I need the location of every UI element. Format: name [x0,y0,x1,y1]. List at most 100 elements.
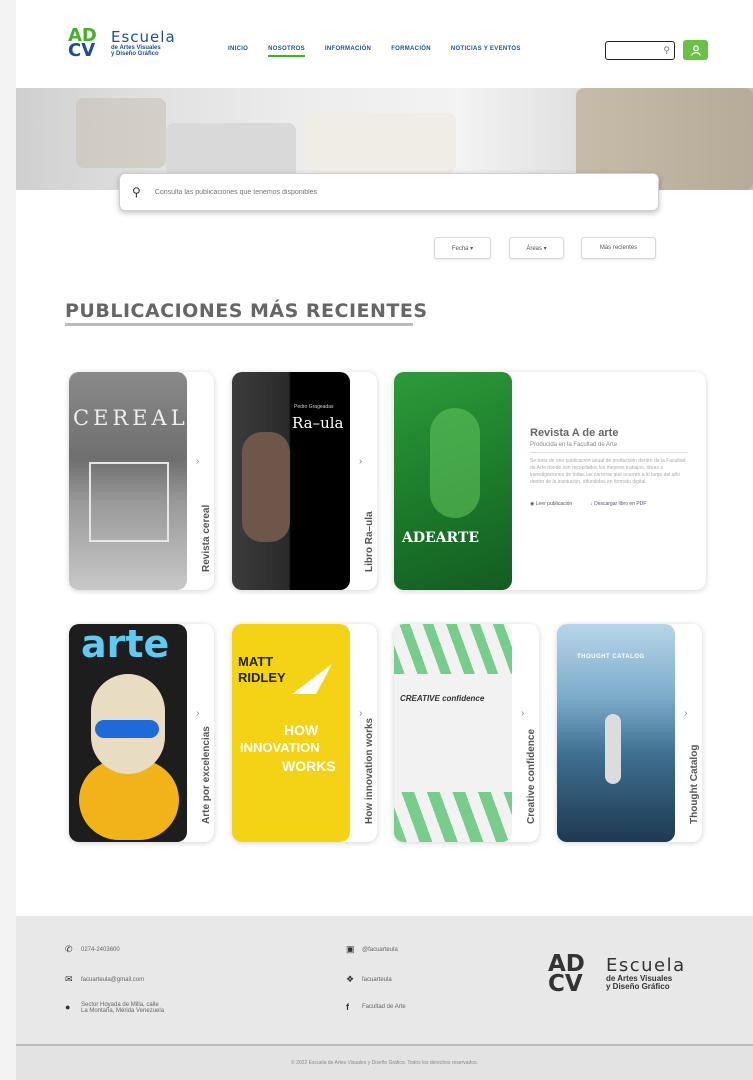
card-label: Arte por excelencias [201,726,212,824]
footer-email[interactable]: ✉ facuarteula@gmail.com [65,974,144,985]
footer-logo-mark-bottom: CV [548,971,583,997]
footer-logo[interactable]: AD CV Escuela de Artes Visuales y Diseño… [548,953,686,997]
publication-card-raula[interactable]: Pedro Grageadas Ra–ula › Libro Ra–ula [232,372,377,590]
publication-card-arte[interactable]: arte › Arte por excelencias [69,624,214,842]
instagram-icon: ▣ [346,944,355,954]
cover-brush-top [394,624,512,674]
publication-card-featured[interactable]: ADEARTE Revista A de arte Producida en l… [394,372,706,590]
publication-search-input[interactable] [154,188,595,196]
nav-formacion[interactable]: FORMACIÓN [391,46,431,57]
cover-glasses-shape [95,720,159,738]
read-publication-label: Leer publicación [535,501,573,507]
footer-logo-text: Escuela de Artes Visuales y Diseño Gráfi… [606,957,686,991]
filter-fecha[interactable]: Fecha ▾ [434,237,491,259]
featured-info: Revista A de arte Producida en la Facult… [512,372,706,590]
card-side: › How innovation works [351,624,377,842]
chevron-right-icon: › [359,456,363,467]
publication-card-thought[interactable]: THOUGHT CATALOG › Thought Catalog [557,624,702,842]
footer-address: ● Sector Hoyada de Milla, calle La Monta… [65,1002,164,1014]
facebook-icon: f [346,1002,349,1012]
cover-author: Pedro Grageadas [294,404,334,410]
card-label: Libro Ra–ula [364,511,375,572]
publication-search-bar[interactable]: ⚲ [119,173,659,211]
nav-nosotros[interactable]: NOSOTROS [268,46,305,57]
cover-house-shape [89,462,169,542]
filter-areas[interactable]: Áreas ▾ [509,237,564,259]
cover-creative-confidence: CREATIVE confidence [394,624,512,842]
search-icon: ⚲ [132,185,141,199]
chevron-right-icon: › [684,708,688,719]
cover-title: CREATIVE confidence [400,694,485,703]
page: AD CV Escuela de Artes Visuales y Diseño… [16,0,753,1080]
cover-author-2: RIDLEY [238,670,286,685]
chevron-right-icon: › [196,456,200,467]
site-header: AD CV Escuela de Artes Visuales y Diseño… [16,14,753,88]
site-logo[interactable]: AD CV Escuela de Artes Visuales y Diseño… [68,27,176,61]
card-label: Revista cereal [201,504,212,572]
card-side: › Revista cereal [188,372,214,590]
header-search-input[interactable]: ⚲ [605,41,675,60]
footer-logo-title: Escuela [606,955,686,976]
card-side: › Creative confidence [513,624,539,842]
user-button[interactable] [683,40,708,60]
twitter-icon: ❖ [346,974,355,984]
cover-arte: arte [69,624,187,842]
cover-title: ADEARTE [402,530,480,546]
card-side: › Arte por excelencias [188,624,214,842]
featured-links: ◉ Leer publicación ↓ Descargar libro en … [530,501,688,507]
cover-title: THOUGHT CATALOG [577,654,645,660]
mail-icon: ✉ [65,974,73,984]
twitter-text: facuarteula [362,976,392,983]
footer-instagram[interactable]: ▣ @facuarteula [346,944,398,955]
cover-a-de-arte: ADEARTE [394,372,512,590]
featured-title: Revista A de arte [530,427,619,439]
hero-photo-person [76,98,166,168]
download-pdf-link[interactable]: ↓ Descargar libro en PDF [590,501,646,507]
card-label: Creative confidence [526,728,537,824]
publication-card-cereal[interactable]: CEREAL › Revista cereal [69,372,214,590]
footer-facebook[interactable]: f Facultad de Arte [346,1002,406,1012]
logo-text: Escuela de Artes Visuales y Diseño Gráfi… [111,27,176,57]
cover-paper-plane-shape [292,664,332,694]
user-icon [690,44,701,56]
cover-title-2: INNOVATION [240,740,320,755]
main-nav: INICIO NOSOTROS INFORMACIÓN FORMACIÓN NO… [228,46,541,57]
phone-text: 0274-2403600 [81,946,120,953]
card-side: › Libro Ra–ula [351,372,377,590]
logo-title: Escuela [111,27,176,46]
cover-thought-catalog: THOUGHT CATALOG [557,624,675,842]
facebook-text: Facultad de Arte [362,1004,406,1010]
location-pin-icon: ● [65,1002,71,1012]
cover-raula: Pedro Grageadas Ra–ula [232,372,350,590]
address-text: Sector Hoyada de Milla, calle La Montaña… [81,1002,164,1014]
chevron-right-icon: › [359,708,363,719]
featured-description: Se trata de una publicación anual de pro… [530,458,686,485]
logo-mark-bottom: CV [68,40,96,61]
download-pdf-label: Descargar libro en PDF [594,501,647,507]
read-publication-link[interactable]: ◉ Leer publicación [530,501,572,507]
cover-title-3: WORKS [282,758,336,774]
cover-figure-shape [430,408,480,518]
nav-noticias-eventos[interactable]: NOTICIAS Y EVENTOS [451,46,521,57]
publication-card-innovation[interactable]: MATT RIDLEY HOW INNOVATION WORKS › How i… [232,624,377,842]
section-title-underline [65,323,413,326]
search-icon[interactable]: ⚲ [663,45,670,56]
cover-title: Ra–ula [292,414,344,432]
logo-subtitle-2: y Diseño Gráfico [111,50,159,57]
nav-informacion[interactable]: INFORMACIÓN [325,46,371,57]
footer-phone[interactable]: ✆ 0274-2403600 [65,944,120,955]
card-label: How innovation works [364,717,375,824]
footer-twitter[interactable]: ❖ facuarteula [346,974,392,985]
filter-mas-recientes[interactable]: Más recientes [581,237,656,259]
cover-face-shape [242,432,290,542]
footer-logo-subtitle-2: y Diseño Gráfico [606,982,670,991]
address-line-2: La Montaña, Mérida Venezuela [81,1008,165,1014]
chevron-right-icon: › [196,708,200,719]
card-side: › Thought Catalog [676,624,702,842]
copyright: © 2022 Escuela de Artes Visuales y Diseñ… [16,1044,753,1080]
cover-title-1: HOW [284,722,319,738]
cover-figure-shape [605,714,621,784]
nav-inicio[interactable]: INICIO [228,46,248,57]
publication-card-creative[interactable]: CREATIVE confidence › Creative confidenc… [394,624,539,842]
phone-icon: ✆ [65,944,73,954]
